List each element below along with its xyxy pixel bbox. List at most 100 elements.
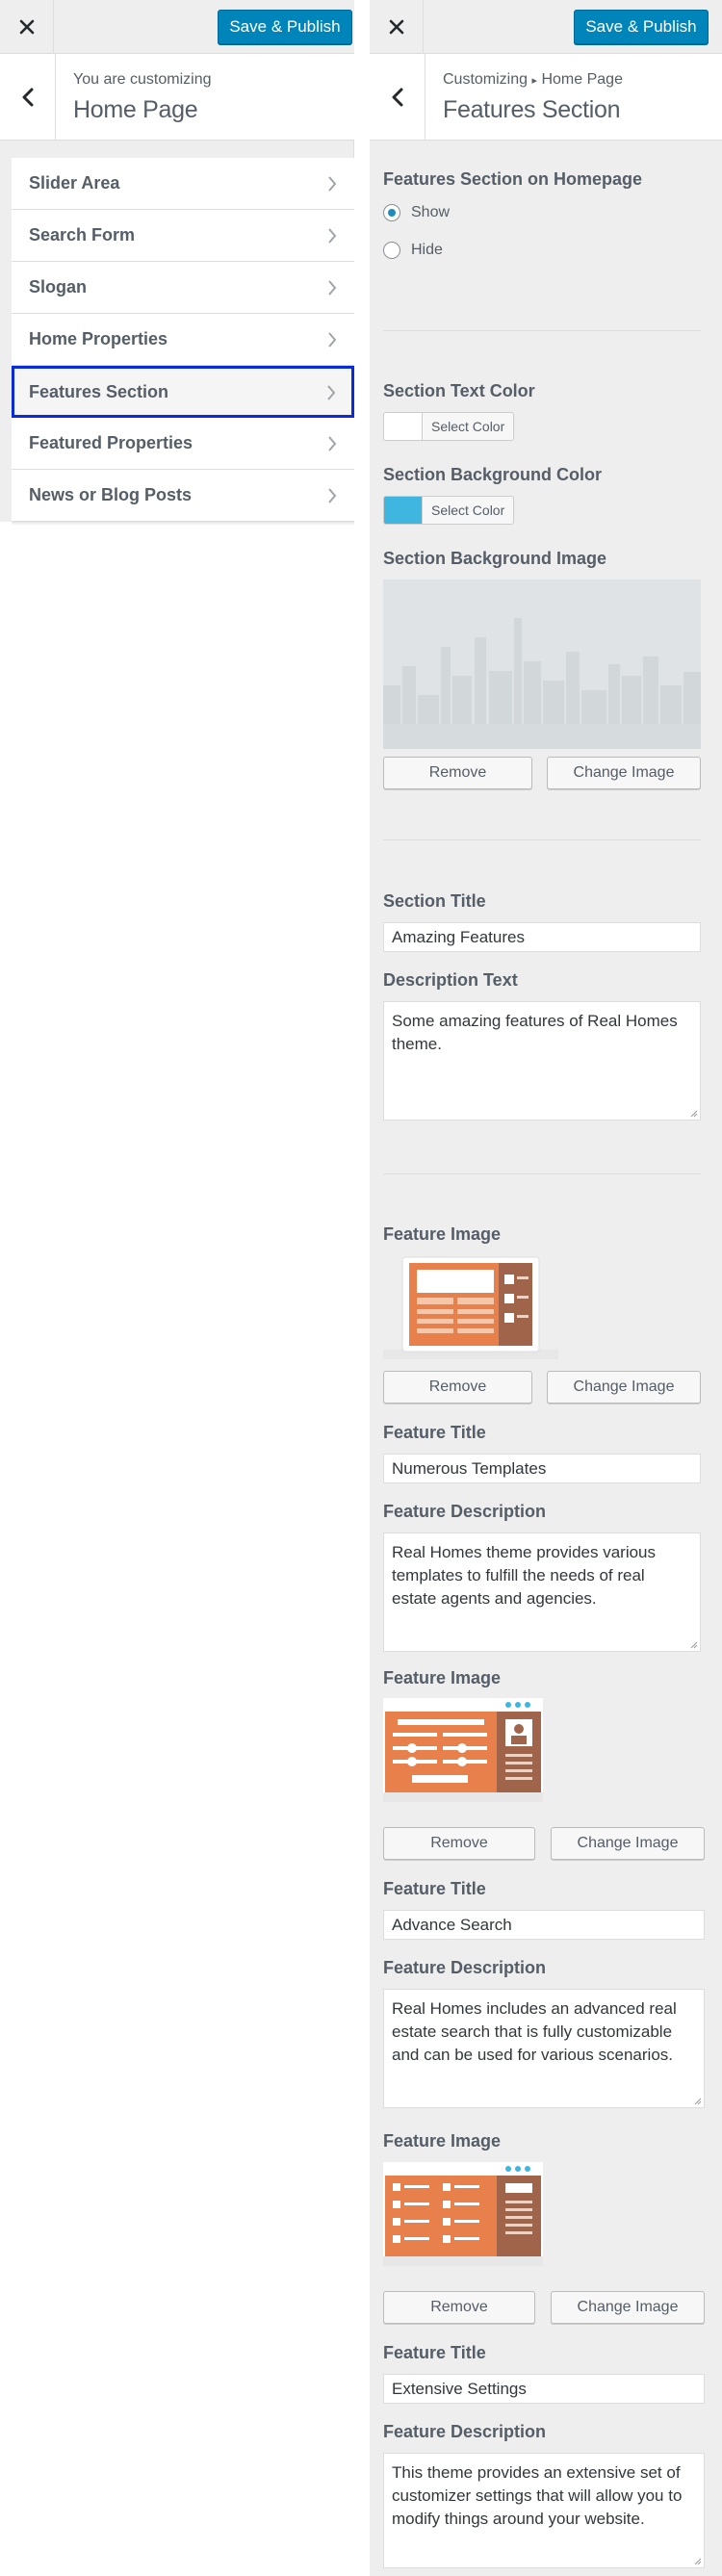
breadcrumb-separator: ▸	[531, 75, 538, 87]
section-title-input[interactable]: Amazing Features	[383, 922, 701, 952]
radio-hide-label: Hide	[411, 242, 443, 258]
breadcrumb-page: Home Page	[541, 71, 623, 88]
color-swatch[interactable]	[384, 413, 423, 440]
divider	[383, 330, 701, 331]
remove-bg-image-button[interactable]: Remove	[383, 757, 532, 789]
color-swatch[interactable]	[384, 497, 423, 524]
customizer-topbar: Save & Publish	[370, 0, 722, 54]
section-item-search-form[interactable]: Search Form	[12, 210, 354, 262]
change-feature-image-button[interactable]: Change Image	[547, 1371, 701, 1404]
section-item-slogan[interactable]: Slogan	[12, 262, 354, 314]
feature-description-text: Real Homes theme provides various templa…	[392, 1543, 657, 1608]
feature-title-label: Feature Title	[383, 2343, 486, 2362]
change-bg-image-button[interactable]: Change Image	[547, 757, 701, 789]
change-feature-image-button[interactable]: Change Image	[551, 2291, 705, 2324]
section-item-home-properties[interactable]: Home Properties	[12, 314, 354, 366]
bg-image-label: Section Background Image	[383, 549, 607, 568]
chevron-right-icon	[328, 176, 337, 192]
chevron-right-icon	[328, 488, 337, 503]
panel-header: Customizing ▸ Home Page Features Section	[370, 54, 722, 141]
close-customizer-button[interactable]	[370, 0, 424, 54]
remove-feature-image-button[interactable]: Remove	[383, 1827, 535, 1860]
description-textarea[interactable]: Some amazing features of Real Homes them…	[383, 1001, 701, 1121]
templates-icon	[383, 1256, 558, 1359]
feature-title-input[interactable]: Advance Search	[383, 1910, 705, 1940]
chevron-right-icon	[328, 332, 337, 348]
radio-button[interactable]	[383, 242, 400, 259]
chevron-right-icon	[328, 280, 337, 296]
section-item-label: Features Section	[29, 381, 169, 401]
feature-image-label: Feature Image	[383, 1224, 502, 1244]
background-image-preview	[383, 580, 701, 749]
city-skyline-image	[383, 580, 701, 749]
section-item-label: News or Blog Posts	[29, 485, 193, 504]
feature-image-thumbnail	[383, 2162, 543, 2266]
feature-description-textarea[interactable]: Real Homes includes an advanced real est…	[383, 1989, 705, 2108]
text-color-label: Section Text Color	[383, 381, 535, 400]
chevron-left-icon	[392, 88, 402, 106]
feature-description-textarea[interactable]: This theme provides an extensive set of …	[383, 2453, 705, 2568]
section-item-news-blog-posts[interactable]: News or Blog Posts	[12, 470, 354, 522]
section-item-label: Featured Properties	[29, 433, 193, 452]
save-publish-button[interactable]: Save & Publish	[218, 10, 352, 44]
section-item-slider-area[interactable]: Slider Area	[12, 158, 354, 210]
customizer-topbar: Save & Publish	[0, 0, 354, 54]
list-shadow	[12, 522, 354, 526]
divider	[383, 839, 701, 840]
resize-grip-icon[interactable]	[692, 2096, 702, 2105]
breadcrumb: Customizing ▸ Home Page	[443, 71, 623, 89]
feature-description-text: This theme provides an extensive set of …	[392, 2463, 683, 2528]
back-button[interactable]	[370, 54, 425, 140]
breadcrumb-root: Customizing	[443, 71, 529, 88]
section-item-label: Slogan	[29, 277, 88, 296]
close-customizer-button[interactable]	[0, 0, 54, 54]
bg-color-picker[interactable]: Select Color	[383, 496, 515, 525]
panel-title: Features Section	[443, 96, 621, 123]
settings-icon	[383, 2162, 543, 2266]
section-item-featured-properties[interactable]: Featured Properties	[12, 418, 354, 470]
feature-image-label: Feature Image	[383, 1668, 502, 1687]
radio-show[interactable]: Show	[383, 204, 450, 221]
features-section-panel: Save & Publish Customizing ▸ Home Page F…	[370, 0, 722, 2576]
radio-button-checked[interactable]	[383, 204, 400, 221]
change-feature-image-button[interactable]: Change Image	[551, 1827, 705, 1860]
panel-title: Home Page	[73, 96, 198, 123]
resize-grip-icon[interactable]	[688, 1639, 698, 1649]
bg-color-label: Section Background Color	[383, 465, 603, 484]
feature-title-label: Feature Title	[383, 1423, 486, 1442]
chevron-left-icon	[22, 88, 33, 106]
feature-image-thumbnail	[383, 1255, 558, 1359]
select-color-label: Select Color	[431, 419, 505, 434]
select-color-label: Select Color	[431, 502, 505, 518]
save-publish-button[interactable]: Save & Publish	[574, 10, 709, 44]
feature-description-textarea[interactable]: Real Homes theme provides various templa…	[383, 1533, 701, 1652]
advance-search-icon	[383, 1698, 543, 1802]
resize-grip-icon[interactable]	[692, 2556, 702, 2565]
visibility-label: Features Section on Homepage	[383, 169, 643, 189]
feature-title-input[interactable]: Numerous Templates	[383, 1454, 701, 1483]
feature-description-text: Real Homes includes an advanced real est…	[392, 1999, 677, 2064]
section-title-label: Section Title	[383, 891, 486, 911]
section-item-label: Home Properties	[29, 329, 168, 348]
section-item-label: Search Form	[29, 225, 136, 245]
section-item-label: Slider Area	[29, 173, 120, 193]
text-color-picker[interactable]: Select Color	[383, 412, 515, 441]
feature-title-input[interactable]: Extensive Settings	[383, 2374, 705, 2404]
chevron-right-icon	[327, 385, 336, 400]
remove-feature-image-button[interactable]: Remove	[383, 2291, 535, 2324]
feature-title-label: Feature Title	[383, 1879, 486, 1898]
section-item-features-section[interactable]: Features Section	[12, 366, 354, 418]
feature-image-label: Feature Image	[383, 2131, 502, 2151]
feature-image-thumbnail	[383, 1698, 543, 1802]
feature-description-label: Feature Description	[383, 1958, 547, 1977]
remove-feature-image-button[interactable]: Remove	[383, 1371, 532, 1404]
resize-grip-icon[interactable]	[688, 1108, 698, 1118]
radio-hide[interactable]: Hide	[383, 242, 443, 259]
customizer-sections-panel: Save & Publish You are customizing Home …	[0, 0, 356, 2576]
description-label: Description Text	[383, 970, 518, 990]
chevron-right-icon	[328, 436, 337, 451]
close-icon	[19, 19, 34, 35]
feature-description-label: Feature Description	[383, 2422, 547, 2441]
back-button[interactable]	[0, 54, 56, 140]
feature-description-label: Feature Description	[383, 1502, 547, 1521]
